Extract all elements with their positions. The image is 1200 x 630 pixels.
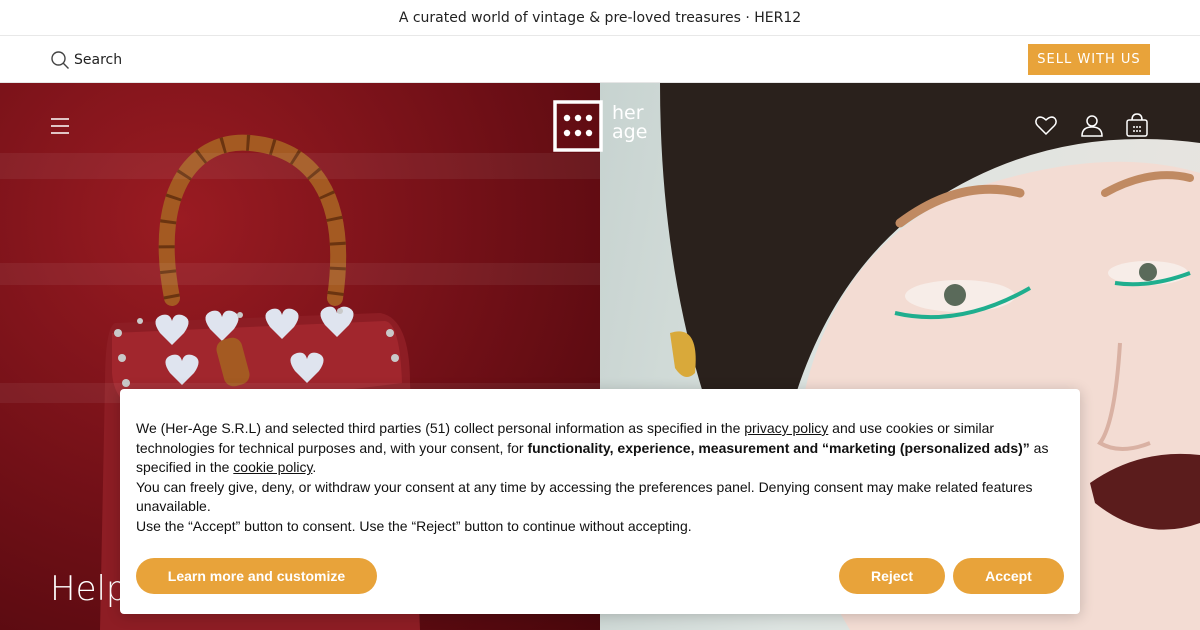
privacy-policy-link[interactable]: privacy policy (744, 420, 828, 436)
logo-text-age: age (612, 121, 648, 143)
heart-icon[interactable] (1034, 113, 1058, 137)
cookie-consent-banner: We (Her-Age S.R.L) and selected third pa… (120, 389, 1080, 614)
search-icon[interactable] (50, 50, 70, 70)
announcement-bar: A curated world of vintage & pre-loved t… (0, 0, 1200, 36)
cookie-text-main: We (Her-Age S.R.L) and selected third pa… (136, 420, 1049, 476)
search-bar: SELL WITH US (0, 36, 1200, 83)
cookie-text-consent: You can freely give, deny, or withdraw y… (136, 478, 1033, 515)
announcement-text: A curated world of vintage & pre-loved t… (398, 9, 802, 26)
cookie-text-buttons-hint: Use the “Accept” button to consent. Use … (136, 517, 692, 534)
user-icon[interactable] (1080, 113, 1104, 137)
sell-with-us-button[interactable]: SELL WITH US (1028, 44, 1150, 75)
accept-button[interactable]: Accept (953, 558, 1064, 594)
search-input[interactable] (74, 48, 374, 72)
hero-headline: Help (50, 569, 128, 609)
learn-more-customize-button[interactable]: Learn more and customize (136, 558, 377, 594)
reject-button[interactable]: Reject (839, 558, 945, 594)
menu-icon[interactable] (50, 116, 70, 136)
cookie-policy-link[interactable]: cookie policy (233, 459, 312, 475)
logo-text-her: her (612, 102, 644, 124)
her-age-logo[interactable]: her age (553, 100, 653, 152)
bag-icon[interactable] (1125, 113, 1149, 137)
